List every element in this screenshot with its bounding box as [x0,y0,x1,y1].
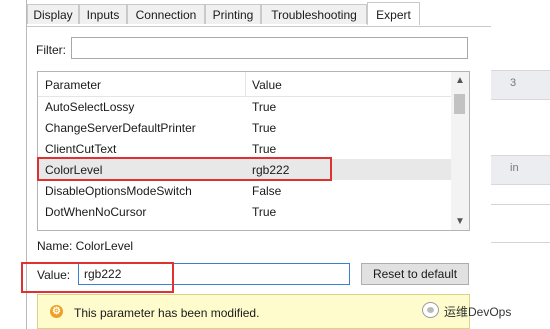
watermark: 运维DevOps [422,301,550,321]
column-header-value[interactable]: Value [252,78,282,92]
parameter-value: False [252,184,282,198]
annotation-highlight-box [21,262,174,293]
parameter-name: DotWhenNoCursor [45,205,147,219]
parameter-name: AutoSelectLossy [45,100,135,114]
background-row: in [490,155,550,185]
background-divider [490,242,550,243]
parameter-value: True [252,142,277,156]
parameter-value: True [252,205,277,219]
column-header-parameter[interactable]: Parameter [45,78,101,92]
scroll-down-icon[interactable]: ▼ [455,216,465,227]
list-row[interactable]: DotWhenNoCursor True [38,201,451,222]
tab-strip: Display Inputs Connection Printing Troub… [27,2,491,27]
parameter-list[interactable]: Parameter Value AutoSelectLossy True Cha… [37,71,470,231]
list-row[interactable]: ChangeServerDefaultPrinter True [38,117,451,138]
tab-display[interactable]: Display [27,4,79,24]
gear-warning-icon: ⚙ [50,305,63,318]
scroll-up-icon[interactable]: ▲ [455,75,465,86]
tab-inputs[interactable]: Inputs [79,4,127,24]
filter-label: Filter: [36,43,66,57]
options-dialog: Display Inputs Connection Printing Troub… [21,0,491,329]
filter-input[interactable] [71,37,468,59]
tab-printing[interactable]: Printing [205,4,261,24]
parameter-name: ClientCutText [45,142,117,156]
wechat-logo-icon [422,302,439,318]
notice-text: This parameter has been modified. [74,306,260,320]
list-row[interactable]: ClientCutText True [38,138,451,159]
parameter-name: DisableOptionsModeSwitch [45,184,192,198]
scrollbar-thumb[interactable] [454,94,465,114]
parameter-value: True [252,121,277,135]
modified-notice: ⚙ This parameter has been modified. [37,294,470,329]
tab-expert[interactable]: Expert [367,2,420,25]
list-row[interactable]: DisableOptionsModeSwitch False [38,180,451,201]
watermark-text: 运维DevOps [444,305,512,319]
tab-connection[interactable]: Connection [127,4,205,24]
annotation-highlight-box [37,157,332,181]
parameter-name: ChangeServerDefaultPrinter [45,121,196,135]
vertical-scrollbar[interactable]: ▲ ▼ [451,72,469,230]
parameter-value: True [252,100,277,114]
selected-parameter-name: Name: ColorLevel [37,239,134,253]
tab-troubleshooting[interactable]: Troubleshooting [261,4,367,24]
column-divider[interactable] [245,72,246,96]
background-row: 3 [490,70,550,100]
list-header: Parameter Value [38,72,451,97]
background-divider [490,204,550,205]
list-row[interactable]: AutoSelectLossy True [38,96,451,117]
reset-to-default-button[interactable]: Reset to default [361,263,469,285]
